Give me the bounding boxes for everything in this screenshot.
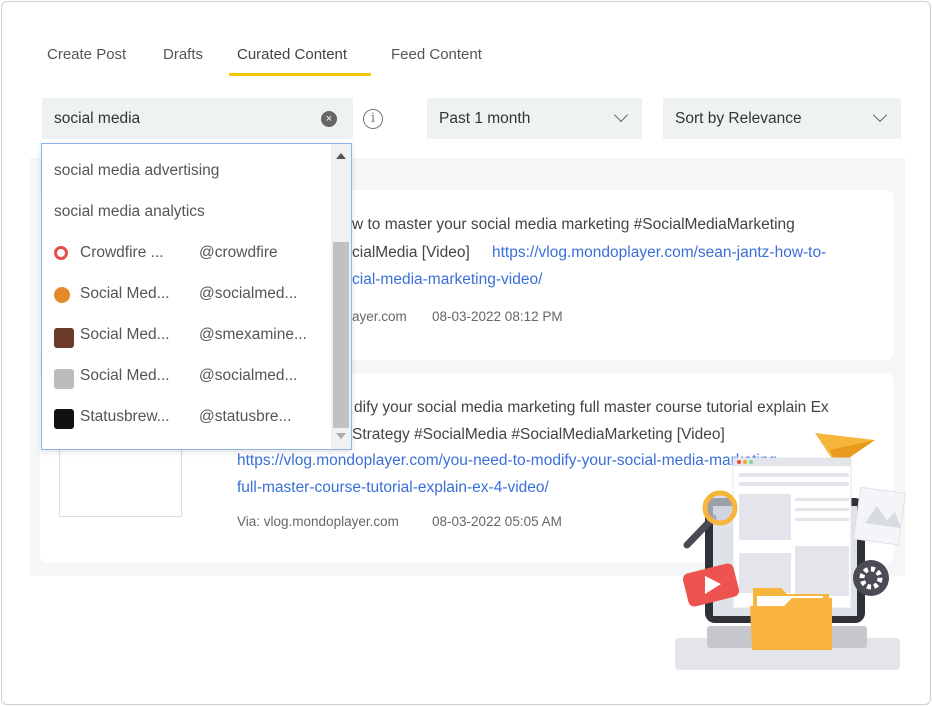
scroll-down-arrow-icon[interactable] [336,433,346,439]
account-avatar [54,287,70,303]
content-illustration [675,433,906,670]
suggestion-item[interactable]: social media analytics [54,203,205,221]
account-handle: @socialmed... [199,367,298,384]
info-icon[interactable]: i [363,109,383,129]
search-value: social media [54,110,141,127]
account-avatar [54,328,74,348]
account-name: Crowdfire ... [80,244,164,261]
post-text: dify your social media marketing full ma… [354,399,829,416]
account-name: Social Med... [80,285,170,302]
post-link[interactable]: full-master-course-tutorial-explain-ex-4… [237,479,549,497]
suggestion-item[interactable]: social media advertising [54,162,219,180]
account-name: Social Med... [80,367,170,384]
tab-curated-content[interactable]: Curated Content [237,46,347,63]
account-name: Social Med... [80,326,170,343]
date-range-value: Past 1 month [439,110,531,127]
dropdown-scrollbar[interactable] [331,144,351,449]
post-text: w to master your social media marketing … [352,216,795,233]
post-source: Via: vlog.mondoplayer.com [237,514,399,529]
account-avatar [54,409,74,429]
post-source: ayer.com [352,309,407,324]
tab-create-post[interactable]: Create Post [47,46,126,63]
active-tab-indicator [229,73,371,76]
scrollbar-thumb[interactable] [333,242,349,428]
account-handle: @smexamine... [199,326,307,343]
post-date: 08-03-2022 05:05 AM [432,514,562,529]
account-avatar [54,246,68,260]
search-suggestions-dropdown: social media advertising social media an… [41,143,352,450]
chevron-down-icon [872,107,888,123]
post-text: cialMedia [Video] [352,244,470,261]
sort-value: Sort by Relevance [675,110,802,127]
sort-select[interactable]: Sort by Relevance [663,98,901,139]
account-avatar [54,369,74,389]
account-handle: @crowdfire [199,244,278,261]
tab-feed-content[interactable]: Feed Content [391,46,482,63]
post-date: 08-03-2022 08:12 PM [432,309,563,324]
gear-icon [853,560,889,596]
clear-search-icon[interactable]: × [321,111,337,127]
account-handle: @socialmed... [199,285,298,302]
scroll-up-arrow-icon[interactable] [336,153,346,159]
tab-drafts[interactable]: Drafts [163,46,203,63]
account-name: Statusbrew... [80,408,170,425]
post-link[interactable]: https://vlog.mondoplayer.com/sean-jantz-… [492,244,826,262]
search-input[interactable]: social media [42,98,353,139]
date-range-select[interactable]: Past 1 month [427,98,642,139]
chevron-down-icon [613,107,629,123]
account-handle: @statusbre... [199,408,292,425]
post-link[interactable]: cial-media-marketing-video/ [352,271,542,289]
